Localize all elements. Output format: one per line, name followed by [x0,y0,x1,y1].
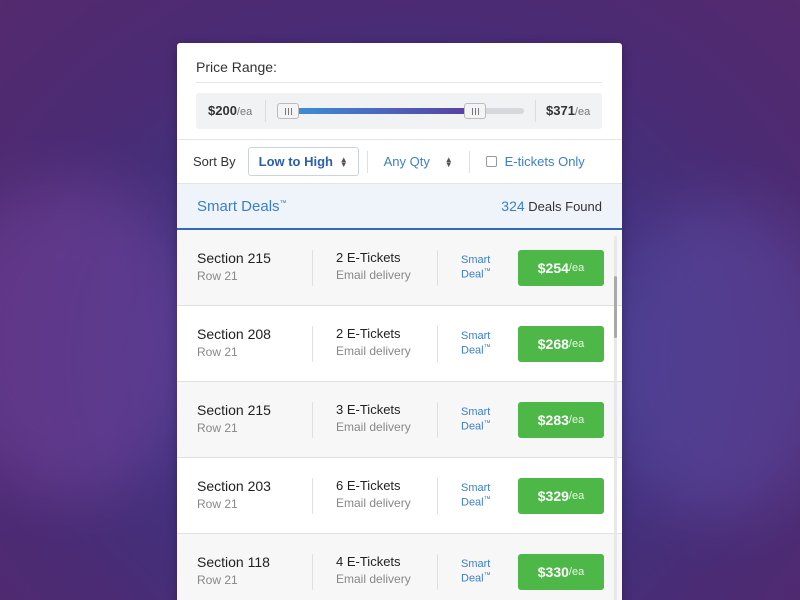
listing-row[interactable]: Section 215 Row 21 2 E-Tickets Email del… [177,230,622,306]
listing-section-info: Section 215 Row 21 [197,249,313,286]
listing-delivery: Email delivery [336,495,411,510]
price-max-value: $371/ea [535,100,602,122]
smart-deal-badge: Smart Deal™ [438,482,518,509]
listing-section: Section 118 [197,553,270,570]
price-button[interactable]: $283/ea [518,401,604,438]
price-unit: /ea [568,261,585,274]
listing-row[interactable]: Section 118 Row 21 4 E-Tickets Email del… [177,534,622,600]
listing-ticket-info: 4 E-Tickets Email delivery [313,553,438,590]
price-unit: /ea [568,565,585,578]
background-blob [600,200,800,520]
price-slider-track[interactable] [277,103,524,119]
smart-deal-label-line1: Smart [461,406,491,419]
smart-deal-label-line2: Deal™ [461,572,491,585]
listing-ticket-info: 2 E-Tickets Email delivery [313,325,438,362]
smart-deal-label-line2: Deal™ [461,496,491,509]
smart-deal-badge: Smart Deal™ [438,330,518,357]
etickets-only-label: E-tickets Only [504,154,585,169]
listing-delivery: Email delivery [336,267,411,282]
etickets-only-filter[interactable]: E-tickets Only [485,154,585,169]
filter-bar: Sort By Low to High ▲ ▼ Any Qty ▲ ▼ E-tick… [177,139,622,184]
listing-row-number: Row 21 [197,496,238,511]
price-value: $329 [537,487,569,504]
price-unit: /ea [568,337,585,350]
listing-ticket-info: 3 E-Tickets Email delivery [313,401,438,438]
price-value: $268 [537,335,569,352]
listing-ticket-count: 6 E-Tickets [336,477,401,493]
deals-header: Smart Deals™ 324 Deals Found [177,184,622,230]
select-arrows-icon: ▲ ▼ [339,154,348,169]
smart-deal-badge: Smart Deal™ [438,558,518,585]
smart-deal-badge: Smart Deal™ [438,254,518,281]
listing-row-number: Row 21 [197,268,238,283]
price-value: $254 [537,259,569,276]
price-button[interactable]: $268/ea [518,325,604,362]
listing-row[interactable]: Section 215 Row 21 3 E-Tickets Email del… [177,382,622,458]
price-value: $330 [537,563,569,580]
price-button[interactable]: $254/ea [518,249,604,286]
listing-section-info: Section 203 Row 21 [197,477,313,514]
price-range-slider-box: $200/ea $371/ea [196,93,602,129]
listing-delivery: Email delivery [336,571,411,586]
listing-ticket-count: 3 E-Tickets [336,401,401,417]
smart-deal-label-line1: Smart [461,330,491,343]
list-scrollbar[interactable] [614,236,617,600]
quantity-select[interactable]: Any Qty ▲ ▼ [376,154,461,169]
list-scrollbar-thumb[interactable] [614,276,617,338]
deals-found-count: 324 Deals Found [501,198,602,214]
smart-deal-badge: Smart Deal™ [438,406,518,433]
smart-deals-title: Smart Deals™ [197,197,287,215]
listing-row[interactable]: Section 208 Row 21 2 E-Tickets Email del… [177,306,622,382]
background-blob [0,180,200,500]
listing-section-info: Section 215 Row 21 [197,401,313,438]
listing-ticket-info: 2 E-Tickets Email delivery [313,249,438,286]
filter-divider [468,150,470,173]
smart-deal-label-line2: Deal™ [461,268,491,281]
filter-divider [366,150,368,173]
quantity-select-value: Any Qty [383,154,430,169]
ticket-deals-panel: Price Range: $200/ea $371/ea Sort By Low… [177,43,622,600]
price-min-value: $200/ea [196,100,266,122]
smart-deal-label-line1: Smart [461,558,491,571]
etickets-checkbox[interactable] [485,156,497,167]
listing-section-info: Section 208 Row 21 [197,325,313,362]
listing-section: Section 203 [197,477,271,494]
listing-ticket-count: 2 E-Tickets [336,325,401,341]
listings-list[interactable]: Section 215 Row 21 2 E-Tickets Email del… [177,230,622,600]
price-slider-fill [291,108,476,114]
listing-ticket-info: 6 E-Tickets Email delivery [313,477,438,514]
listing-row[interactable]: Section 203 Row 21 6 E-Tickets Email del… [177,458,622,534]
price-unit: /ea [568,489,585,502]
sort-select-value: Low to High [258,154,333,169]
price-unit: /ea [568,413,585,426]
listing-row-number: Row 21 [197,572,238,587]
smart-deal-label-line1: Smart [461,482,491,495]
price-range-title: Price Range: [196,59,602,83]
listing-section: Section 215 [197,401,271,418]
price-slider-max-handle[interactable] [464,103,487,119]
price-slider-min-handle[interactable] [277,103,299,119]
price-value: $283 [537,411,569,428]
listing-section: Section 215 [197,249,271,266]
sort-by-label: Sort By [193,154,236,169]
listing-section: Section 208 [197,325,271,342]
smart-deal-label-line1: Smart [461,254,491,267]
smart-deal-label-line2: Deal™ [461,420,491,433]
listing-delivery: Email delivery [336,343,411,358]
listing-row-number: Row 21 [197,420,238,435]
listing-delivery: Email delivery [336,419,411,434]
price-range-section: Price Range: $200/ea $371/ea [177,43,622,139]
listing-section-info: Section 118 Row 21 [197,553,313,590]
select-arrows-icon: ▲ ▼ [444,154,453,169]
smart-deal-label-line2: Deal™ [461,344,491,357]
listing-ticket-count: 2 E-Tickets [336,249,401,265]
sort-select[interactable]: Low to High ▲ ▼ [247,147,359,176]
listing-ticket-count: 4 E-Tickets [336,553,401,569]
listing-row-number: Row 21 [197,344,238,359]
price-button[interactable]: $329/ea [518,477,604,514]
price-button[interactable]: $330/ea [518,553,604,590]
